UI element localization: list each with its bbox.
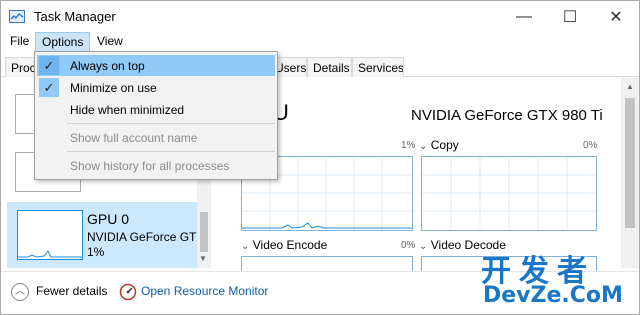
- window-title: Task Manager: [34, 9, 116, 24]
- menu-item-label: Show full account name: [70, 131, 198, 145]
- tab-services[interactable]: Services: [352, 57, 404, 77]
- graph-3d-percent: 1%: [401, 140, 416, 151]
- menu-item-minimize-on-use[interactable]: ✓ Minimize on use: [37, 77, 275, 98]
- menu-item-label: Hide when minimized: [70, 103, 185, 117]
- menu-item-show-full-account-name[interactable]: Show full account name: [37, 127, 275, 148]
- graph-copy[interactable]: [421, 156, 597, 231]
- menu-item-show-history[interactable]: Show history for all processes: [37, 155, 275, 176]
- chevron-down-icon[interactable]: ⌄: [241, 241, 249, 252]
- menu-options[interactable]: Options: [35, 32, 91, 52]
- maximize-button[interactable]: ☐: [547, 1, 593, 32]
- graph-copy-title: Copy: [430, 138, 459, 152]
- gpu-card-usage: 1%: [87, 245, 105, 259]
- chevron-down-icon[interactable]: ⌄: [419, 141, 427, 152]
- scroll-down-arrow-icon[interactable]: ▼: [199, 254, 207, 263]
- gpu-card-title: GPU 0: [87, 211, 130, 227]
- menu-item-always-on-top[interactable]: ✓ Always on top: [37, 55, 275, 76]
- chevron-down-icon[interactable]: ⌄: [419, 241, 427, 252]
- graph-copy-label: ⌄ Copy: [419, 138, 459, 152]
- menu-item-label: Show history for all processes: [70, 159, 230, 173]
- close-button[interactable]: ✕: [593, 1, 639, 32]
- task-manager-icon: [9, 10, 25, 23]
- gpu-model-name: NVIDIA GeForce GTX 980 Ti: [411, 107, 603, 124]
- checkmark-icon: ✓: [39, 56, 59, 75]
- graph-copy-percent: 0%: [583, 140, 598, 151]
- task-manager-window: Task Manager — ☐ ✕ File Options View Pro…: [0, 0, 640, 315]
- menu-separator: [67, 123, 275, 124]
- resource-card-gpu[interactable]: GPU 0 NVIDIA GeForce GTX 1%: [7, 202, 197, 268]
- fewer-details-button[interactable]: Fewer details: [36, 284, 107, 298]
- detail-scrollbar[interactable]: ▲: [621, 78, 639, 268]
- graph-video-encode-label: ⌄ Video Encode: [241, 238, 327, 252]
- resource-monitor-icon: [119, 283, 137, 301]
- menu-item-label: Minimize on use: [70, 81, 157, 95]
- menu-bar: File Options View: [1, 32, 639, 52]
- graph-video-encode-title: Video Encode: [252, 238, 328, 252]
- scrollbar-thumb[interactable]: [200, 212, 208, 252]
- menu-view[interactable]: View: [91, 32, 129, 52]
- chevron-up-icon[interactable]: ︿: [11, 283, 29, 301]
- gpu-thumbnail-graph: [17, 210, 83, 260]
- menu-item-label: Always on top: [70, 59, 145, 73]
- graph-video-encode-percent: 0%: [401, 240, 416, 251]
- gpu-card-name: NVIDIA GeForce GTX: [87, 230, 197, 244]
- menu-file[interactable]: File: [4, 32, 35, 52]
- open-resource-monitor-link[interactable]: Open Resource Monitor: [141, 284, 268, 298]
- menu-item-hide-when-minimized[interactable]: Hide when minimized: [37, 99, 275, 120]
- menu-separator: [67, 151, 275, 152]
- options-dropdown-menu: ✓ Always on top ✓ Minimize on use Hide w…: [34, 51, 278, 180]
- tab-details[interactable]: Details: [307, 57, 352, 77]
- scrollbar-thumb[interactable]: [625, 98, 635, 228]
- watermark-en: DevZe.CoM: [483, 283, 623, 308]
- checkmark-icon: ✓: [39, 78, 59, 97]
- minimize-button[interactable]: —: [501, 1, 547, 32]
- title-bar[interactable]: Task Manager — ☐ ✕: [1, 1, 639, 32]
- scroll-up-arrow-icon[interactable]: ▲: [626, 82, 634, 91]
